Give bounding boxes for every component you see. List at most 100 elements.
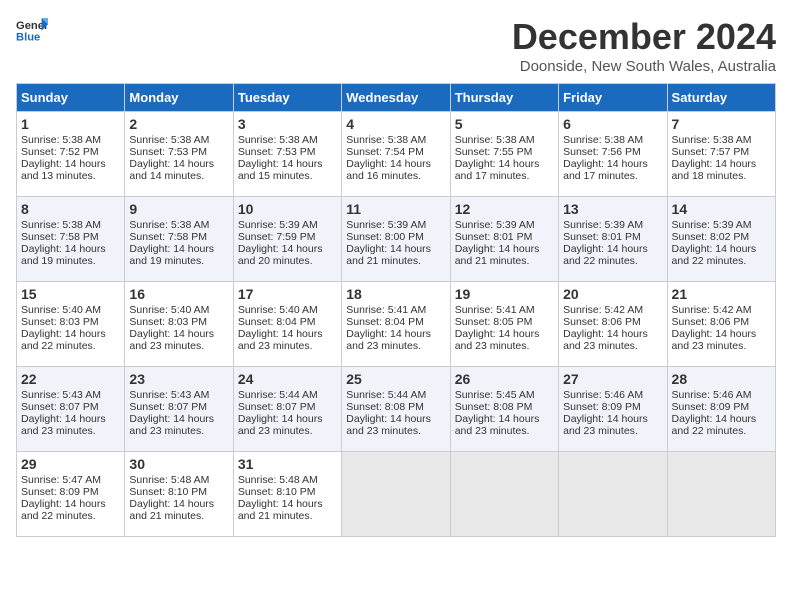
day-info-line: Sunrise: 5:40 AM xyxy=(21,304,120,316)
day-info-line: Sunrise: 5:40 AM xyxy=(129,304,228,316)
day-info-line: and 23 minutes. xyxy=(129,425,228,437)
day-info-line: Sunrise: 5:44 AM xyxy=(346,389,445,401)
day-info-line: Sunset: 8:06 PM xyxy=(672,316,771,328)
day-info-line: and 22 minutes. xyxy=(21,340,120,352)
calendar-cell: 20Sunrise: 5:42 AMSunset: 8:06 PMDayligh… xyxy=(559,282,667,367)
day-number: 30 xyxy=(129,456,228,472)
day-info-line: Sunset: 7:58 PM xyxy=(21,231,120,243)
calendar-cell: 31Sunrise: 5:48 AMSunset: 8:10 PMDayligh… xyxy=(233,452,341,537)
day-info-line: Sunset: 7:59 PM xyxy=(238,231,337,243)
day-info-line: and 23 minutes. xyxy=(346,425,445,437)
calendar-cell: 9Sunrise: 5:38 AMSunset: 7:58 PMDaylight… xyxy=(125,197,233,282)
day-info-line: Daylight: 14 hours xyxy=(238,498,337,510)
dow-header: Tuesday xyxy=(233,84,341,112)
day-number: 2 xyxy=(129,116,228,132)
day-info-line: and 22 minutes. xyxy=(672,425,771,437)
calendar-cell: 29Sunrise: 5:47 AMSunset: 8:09 PMDayligh… xyxy=(17,452,125,537)
day-info-line: Sunset: 7:52 PM xyxy=(21,146,120,158)
day-number: 24 xyxy=(238,371,337,387)
day-info-line: and 20 minutes. xyxy=(238,255,337,267)
day-info-line: Sunset: 8:09 PM xyxy=(21,486,120,498)
day-info-line: Sunrise: 5:38 AM xyxy=(238,134,337,146)
calendar-cell: 15Sunrise: 5:40 AMSunset: 8:03 PMDayligh… xyxy=(17,282,125,367)
day-number: 5 xyxy=(455,116,554,132)
day-info-line: Sunrise: 5:38 AM xyxy=(346,134,445,146)
calendar-week-row: 22Sunrise: 5:43 AMSunset: 8:07 PMDayligh… xyxy=(17,367,776,452)
day-info-line: Sunrise: 5:38 AM xyxy=(672,134,771,146)
day-number: 10 xyxy=(238,201,337,217)
day-info-line: Daylight: 14 hours xyxy=(238,413,337,425)
day-info-line: and 23 minutes. xyxy=(21,425,120,437)
day-info-line: Daylight: 14 hours xyxy=(21,328,120,340)
calendar-cell: 2Sunrise: 5:38 AMSunset: 7:53 PMDaylight… xyxy=(125,112,233,197)
day-info-line: Sunset: 8:02 PM xyxy=(672,231,771,243)
day-info-line: and 23 minutes. xyxy=(455,425,554,437)
month-title: December 2024 xyxy=(512,16,776,58)
calendar-week-row: 1Sunrise: 5:38 AMSunset: 7:52 PMDaylight… xyxy=(17,112,776,197)
day-number: 18 xyxy=(346,286,445,302)
day-info-line: Sunrise: 5:39 AM xyxy=(238,219,337,231)
calendar-cell: 11Sunrise: 5:39 AMSunset: 8:00 PMDayligh… xyxy=(342,197,450,282)
calendar-cell xyxy=(342,452,450,537)
day-info-line: Sunrise: 5:42 AM xyxy=(672,304,771,316)
day-info-line: and 21 minutes. xyxy=(455,255,554,267)
day-number: 7 xyxy=(672,116,771,132)
day-info-line: Sunset: 8:07 PM xyxy=(129,401,228,413)
day-info-line: Sunrise: 5:38 AM xyxy=(129,219,228,231)
day-info-line: and 21 minutes. xyxy=(238,510,337,522)
day-info-line: Sunrise: 5:38 AM xyxy=(21,219,120,231)
day-info-line: Sunrise: 5:48 AM xyxy=(129,474,228,486)
day-number: 23 xyxy=(129,371,228,387)
day-info-line: and 14 minutes. xyxy=(129,170,228,182)
day-info-line: and 18 minutes. xyxy=(672,170,771,182)
dow-header: Thursday xyxy=(450,84,558,112)
day-info-line: Sunset: 8:03 PM xyxy=(21,316,120,328)
day-info-line: Daylight: 14 hours xyxy=(346,328,445,340)
day-info-line: Daylight: 14 hours xyxy=(563,328,662,340)
calendar-cell: 1Sunrise: 5:38 AMSunset: 7:52 PMDaylight… xyxy=(17,112,125,197)
dow-header: Friday xyxy=(559,84,667,112)
day-info-line: and 23 minutes. xyxy=(238,425,337,437)
day-number: 11 xyxy=(346,201,445,217)
dow-header: Wednesday xyxy=(342,84,450,112)
day-info-line: Sunset: 8:05 PM xyxy=(455,316,554,328)
day-info-line: and 13 minutes. xyxy=(21,170,120,182)
day-info-line: Sunset: 8:00 PM xyxy=(346,231,445,243)
calendar-cell: 19Sunrise: 5:41 AMSunset: 8:05 PMDayligh… xyxy=(450,282,558,367)
day-info-line: and 23 minutes. xyxy=(238,340,337,352)
day-info-line: Sunrise: 5:46 AM xyxy=(563,389,662,401)
day-info-line: Sunset: 8:10 PM xyxy=(238,486,337,498)
day-info-line: Daylight: 14 hours xyxy=(129,328,228,340)
calendar-cell: 30Sunrise: 5:48 AMSunset: 8:10 PMDayligh… xyxy=(125,452,233,537)
day-number: 25 xyxy=(346,371,445,387)
day-info-line: Daylight: 14 hours xyxy=(129,243,228,255)
day-info-line: Sunrise: 5:38 AM xyxy=(21,134,120,146)
day-number: 29 xyxy=(21,456,120,472)
day-number: 8 xyxy=(21,201,120,217)
day-info-line: Sunset: 7:53 PM xyxy=(129,146,228,158)
day-info-line: Sunset: 8:07 PM xyxy=(238,401,337,413)
day-info-line: Daylight: 14 hours xyxy=(455,413,554,425)
day-number: 4 xyxy=(346,116,445,132)
day-info-line: and 23 minutes. xyxy=(129,340,228,352)
day-info-line: Daylight: 14 hours xyxy=(455,328,554,340)
calendar-week-row: 29Sunrise: 5:47 AMSunset: 8:09 PMDayligh… xyxy=(17,452,776,537)
calendar-week-row: 8Sunrise: 5:38 AMSunset: 7:58 PMDaylight… xyxy=(17,197,776,282)
calendar-cell: 14Sunrise: 5:39 AMSunset: 8:02 PMDayligh… xyxy=(667,197,775,282)
calendar-cell: 26Sunrise: 5:45 AMSunset: 8:08 PMDayligh… xyxy=(450,367,558,452)
day-info-line: Sunrise: 5:39 AM xyxy=(346,219,445,231)
day-info-line: Sunrise: 5:46 AM xyxy=(672,389,771,401)
day-info-line: Daylight: 14 hours xyxy=(563,158,662,170)
day-number: 22 xyxy=(21,371,120,387)
day-info-line: Sunrise: 5:39 AM xyxy=(563,219,662,231)
calendar-cell: 3Sunrise: 5:38 AMSunset: 7:53 PMDaylight… xyxy=(233,112,341,197)
calendar-cell: 24Sunrise: 5:44 AMSunset: 8:07 PMDayligh… xyxy=(233,367,341,452)
day-info-line: Sunrise: 5:38 AM xyxy=(455,134,554,146)
day-info-line: Daylight: 14 hours xyxy=(672,328,771,340)
day-info-line: and 21 minutes. xyxy=(129,510,228,522)
day-info-line: Daylight: 14 hours xyxy=(346,158,445,170)
day-info-line: Daylight: 14 hours xyxy=(672,243,771,255)
day-info-line: Daylight: 14 hours xyxy=(238,158,337,170)
day-info-line: Daylight: 14 hours xyxy=(455,158,554,170)
day-info-line: Daylight: 14 hours xyxy=(238,328,337,340)
